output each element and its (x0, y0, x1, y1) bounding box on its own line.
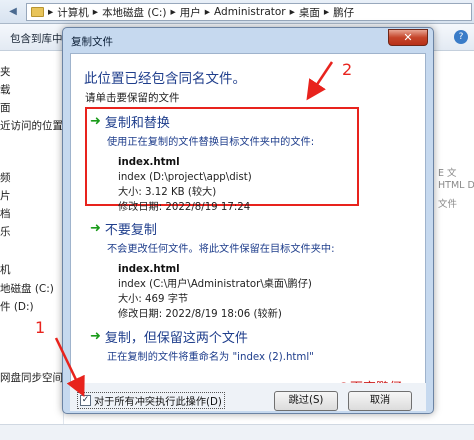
chevron-right-icon: ▸ (204, 6, 211, 18)
close-button[interactable]: ✕ (388, 29, 428, 46)
skip-button[interactable]: 跳过(S) (274, 391, 338, 411)
sidebar-item[interactable]: 乐 (0, 224, 11, 239)
chevron-right-icon: ▸ (92, 6, 99, 18)
file-path: index (C:\用户\Administrator\桌面\鹏仔) (118, 279, 312, 290)
apply-to-all-checkbox[interactable]: ✓ (80, 395, 91, 406)
status-bar (0, 424, 474, 440)
option-copy-keep-both[interactable]: ➜ 复制，但保留这两个文件 正在复制的文件将重命名为 "index (2).ht… (85, 324, 359, 363)
navigation-pane: 夹 载 面 近访问的位置 频 片 档 乐 机 地磁盘 (C:) 件 (D:) 网… (0, 52, 64, 440)
chevron-right-icon: ▸ (170, 6, 176, 18)
sidebar-item[interactable]: 载 (0, 82, 11, 97)
breadcrumb-item[interactable]: 计算机 (57, 5, 89, 20)
breadcrumb-item[interactable]: 用户 (180, 5, 201, 20)
sidebar-item[interactable]: 机 (0, 262, 11, 277)
file-type-hint: 文件 (438, 199, 458, 210)
file-modified: 修改日期: 2022/8/19 17:24 (118, 202, 251, 213)
option-dont-copy[interactable]: ➜ 不要复制 不会更改任何文件。将此文件保留在目标文件夹中: index.htm… (85, 216, 359, 322)
sidebar-item[interactable]: 面 (0, 100, 11, 115)
green-arrow-icon: ➜ (90, 113, 101, 129)
file-size: 大小: 3.12 KB (较大) (118, 187, 217, 198)
file-path: index (D:\project\app\dist) (118, 172, 252, 183)
back-arrow-icon[interactable]: ◀ (4, 5, 22, 19)
sidebar-item[interactable]: 近访问的位置 (0, 118, 63, 133)
file-size: 大小: 469 字节 (118, 294, 189, 305)
apply-to-all-checkbox-row[interactable]: ✓ 对于所有冲突执行此操作(D) (77, 392, 225, 409)
dialog-subheading: 请单击要保留的文件 (85, 92, 180, 104)
breadcrumb[interactable]: ▸ 计算机 ▸ 本地磁盘 (C:) ▸ 用户 ▸ Administrator ▸… (26, 3, 472, 21)
sidebar-item[interactable]: 档 (0, 206, 11, 221)
chevron-right-icon: ▸ (289, 6, 295, 18)
option-description: 不会更改任何文件。将此文件保留在目标文件夹中: (107, 244, 335, 255)
sidebar-item[interactable]: 频 (0, 170, 11, 185)
breadcrumb-item[interactable]: 桌面 (299, 5, 320, 20)
file-type-hint: E 文 (438, 168, 457, 179)
option-title[interactable]: 复制和替换 (105, 112, 170, 131)
copy-file-dialog: 复制文件 ✕ 此位置已经包含同名文件。 请单击要保留的文件 ➜ 复制和替换 使用… (62, 27, 434, 414)
chevron-right-icon: ▸ (48, 6, 54, 18)
sidebar-item[interactable]: 片 (0, 188, 11, 203)
sidebar-item[interactable]: 网盘同步空间 (0, 370, 63, 385)
option-description: 正在复制的文件将重命名为 "index (2).html" (107, 352, 314, 363)
apply-to-all-label[interactable]: 对于所有冲突执行此操作(D) (94, 393, 222, 408)
breadcrumb-item[interactable]: Administrator (214, 6, 286, 18)
green-arrow-icon: ➜ (90, 220, 101, 236)
dialog-title: 复制文件 (71, 36, 113, 48)
file-modified: 修改日期: 2022/8/19 18:06 (较新) (118, 309, 282, 320)
chevron-right-icon: ▸ (323, 6, 330, 18)
annotation-label-2: 2 (342, 60, 353, 79)
sidebar-item[interactable]: 件 (D:) (0, 299, 34, 314)
option-copy-and-replace[interactable]: ➜ 复制和替换 使用正在复制的文件替换目标文件夹中的文件: index.html… (85, 107, 359, 213)
file-name: index.html (118, 157, 180, 168)
address-bar: ◀ ▸ 计算机 ▸ 本地磁盘 (C:) ▸ 用户 ▸ Administrator… (0, 0, 474, 24)
dialog-heading: 此位置已经包含同名文件。 (84, 71, 246, 87)
file-name: index.html (118, 264, 180, 275)
breadcrumb-item[interactable]: 本地磁盘 (C:) (102, 5, 166, 20)
option-description: 使用正在复制的文件替换目标文件夹中的文件: (107, 137, 315, 148)
breadcrumb-item[interactable]: 鹏仔 (333, 5, 354, 20)
dialog-titlebar[interactable]: 复制文件 ✕ (63, 28, 433, 52)
option-title[interactable]: 不要复制 (105, 219, 157, 238)
annotation-label-1: 1 (35, 318, 46, 337)
option-title[interactable]: 复制，但保留这两个文件 (105, 327, 248, 346)
sidebar-item[interactable]: 地磁盘 (C:) (0, 281, 54, 296)
file-type-hint: HTML D (438, 180, 474, 191)
help-icon[interactable]: ? (454, 30, 468, 44)
cancel-button[interactable]: 取消 (348, 391, 412, 411)
green-arrow-icon: ➜ (90, 328, 101, 344)
sidebar-item[interactable]: 夹 (0, 64, 11, 79)
folder-icon (31, 7, 44, 17)
dialog-content: 此位置已经包含同名文件。 请单击要保留的文件 ➜ 复制和替换 使用正在复制的文件… (70, 53, 426, 407)
